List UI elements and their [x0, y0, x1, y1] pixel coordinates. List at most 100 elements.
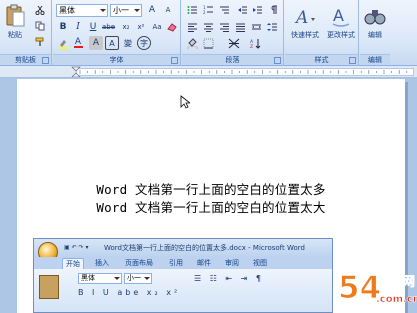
- highlight-button[interactable]: [56, 36, 70, 50]
- chevron-down-icon: [100, 9, 106, 12]
- svg-text:手游网: 手游网: [376, 274, 415, 290]
- chevron-down-icon: [134, 9, 140, 12]
- font-color-swatch: [73, 46, 83, 48]
- inner-font-size-value: 小一: [127, 274, 141, 282]
- horizontal-ruler[interactable]: [0, 66, 417, 78]
- change-styles-button[interactable]: A 更改样式: [323, 2, 359, 52]
- bold-label: B: [59, 22, 67, 32]
- inner-font-size-select[interactable]: 小一: [124, 273, 152, 284]
- distribute-icon: [251, 24, 261, 30]
- inner-word-window[interactable]: ▣ ↶ ↷ ▾ Word文档第一行上面的空白的位置太多.docx - Micro…: [33, 238, 333, 313]
- svg-text:Z: Z: [250, 44, 253, 49]
- align-right-button[interactable]: [217, 20, 231, 34]
- line-spacing-icon: [266, 23, 277, 31]
- inner-paste-icon[interactable]: [39, 275, 59, 299]
- multilevel-list-button[interactable]: [217, 3, 231, 17]
- paragraph-launcher[interactable]: [274, 57, 281, 64]
- document-line-1[interactable]: Word 文档第一行上面的空白的位置太多: [17, 179, 405, 198]
- inner-tab[interactable]: 引用: [166, 258, 186, 269]
- underline-button[interactable]: U: [86, 20, 100, 34]
- font-name-value: 黑体: [59, 6, 75, 15]
- show-marks-button[interactable]: [266, 3, 280, 17]
- superscript-label: x²: [137, 23, 145, 31]
- inner-tab[interactable]: 邮件: [194, 258, 214, 269]
- scissors-icon: [35, 5, 45, 15]
- numbering-button[interactable]: 12: [201, 3, 215, 17]
- ruler-ticks: [71, 66, 408, 77]
- char-border-button[interactable]: A: [105, 36, 119, 50]
- change-case-button[interactable]: Aa: [150, 20, 164, 34]
- align-center-button[interactable]: [201, 20, 215, 34]
- styles-group-label: 样式: [285, 54, 358, 65]
- chevron-down-icon: [144, 277, 150, 280]
- change-styles-icon: A: [332, 6, 350, 27]
- enclose-char-button[interactable]: 字: [137, 36, 151, 50]
- decrease-indent-button[interactable]: [235, 3, 249, 17]
- align-right-icon: [219, 23, 229, 32]
- inner-tab[interactable]: 审阅: [222, 258, 242, 269]
- quick-access-toolbar[interactable]: ▣ ↶ ↷ ▾: [64, 239, 88, 257]
- editing-button-label: 编辑: [368, 31, 382, 39]
- decrease-indent-icon: [237, 6, 247, 14]
- font-size-select[interactable]: 小一: [110, 4, 142, 17]
- format-painter-button[interactable]: [33, 35, 47, 49]
- clipboard-launcher[interactable]: [42, 57, 49, 64]
- superscript-button[interactable]: x²: [134, 20, 148, 34]
- document-line-2[interactable]: Word 文档第一行上面的空白的位置太大: [17, 197, 405, 216]
- strikethrough-button[interactable]: abe: [101, 20, 116, 34]
- clear-format-button[interactable]: [165, 20, 179, 34]
- inner-format-buttons[interactable]: B I U abe x₂ x²: [78, 288, 180, 297]
- grow-font-label: A: [148, 5, 156, 15]
- editing-group-label: 编辑: [360, 54, 390, 65]
- char-shading-button[interactable]: A: [89, 36, 103, 50]
- bullets-button[interactable]: [185, 3, 199, 17]
- styles-launcher[interactable]: [349, 57, 356, 64]
- increase-indent-button[interactable]: [250, 3, 264, 17]
- editing-button[interactable]: 编辑: [360, 2, 390, 52]
- chinese-layout-icon: [228, 38, 240, 48]
- svg-text:2: 2: [203, 10, 206, 15]
- distributed-button[interactable]: [249, 20, 263, 34]
- font-launcher[interactable]: [171, 57, 178, 64]
- inner-tab[interactable]: 视图: [250, 258, 270, 269]
- align-left-button[interactable]: [185, 20, 199, 34]
- inner-window-title: Word文档第一行上面的空白的位置太多.docx - Microsoft Wor…: [104, 244, 305, 252]
- font-name-select[interactable]: 黑体: [56, 4, 108, 17]
- phonetic-guide-button[interactable]: 變: [121, 36, 135, 50]
- bold-button[interactable]: B: [56, 20, 70, 34]
- cut-button[interactable]: [33, 3, 47, 17]
- binoculars-icon: [364, 10, 386, 25]
- clipboard-group: 粘贴 剪贴板: [0, 0, 52, 66]
- inner-font-name-select[interactable]: 黑体: [78, 273, 122, 284]
- italic-button[interactable]: I: [71, 20, 85, 34]
- shrink-font-label: A: [165, 6, 171, 14]
- shrink-font-button[interactable]: A: [161, 3, 175, 17]
- svg-text:A: A: [333, 6, 344, 25]
- justify-button[interactable]: [233, 20, 247, 34]
- paragraph-group: 12 A Z 段落: [182, 0, 284, 66]
- paste-label: 粘贴: [8, 31, 22, 39]
- font-color-button[interactable]: A: [71, 36, 85, 50]
- borders-button[interactable]: [201, 36, 215, 50]
- eraser-icon: [167, 23, 177, 32]
- quick-styles-button[interactable]: A 快速样式: [287, 2, 323, 52]
- underline-label: U: [89, 22, 97, 32]
- line-spacing-button[interactable]: [265, 20, 279, 34]
- shading-button[interactable]: [185, 36, 199, 50]
- sort-button[interactable]: AZ: [248, 36, 262, 50]
- paste-button[interactable]: 粘贴: [0, 2, 30, 52]
- paste-icon: [6, 4, 25, 27]
- copy-button[interactable]: [33, 19, 47, 33]
- grow-font-button[interactable]: A: [145, 3, 159, 17]
- align-center-icon: [203, 23, 213, 32]
- indent-marker: [71, 66, 81, 77]
- chinese-layout-button[interactable]: [227, 36, 241, 50]
- format-painter-icon: [35, 37, 44, 46]
- inner-tab[interactable]: 开始: [62, 258, 84, 269]
- inner-paragraph-buttons[interactable]: ☰ ☷ ⇤ ⇥ ¶: [194, 274, 264, 283]
- bullets-icon: [187, 6, 197, 14]
- subscript-button[interactable]: x₂: [119, 20, 133, 34]
- inner-tab[interactable]: 页面布局: [122, 258, 156, 269]
- enclose-char-label: 字: [140, 38, 148, 48]
- inner-tab[interactable]: 插入: [92, 258, 112, 269]
